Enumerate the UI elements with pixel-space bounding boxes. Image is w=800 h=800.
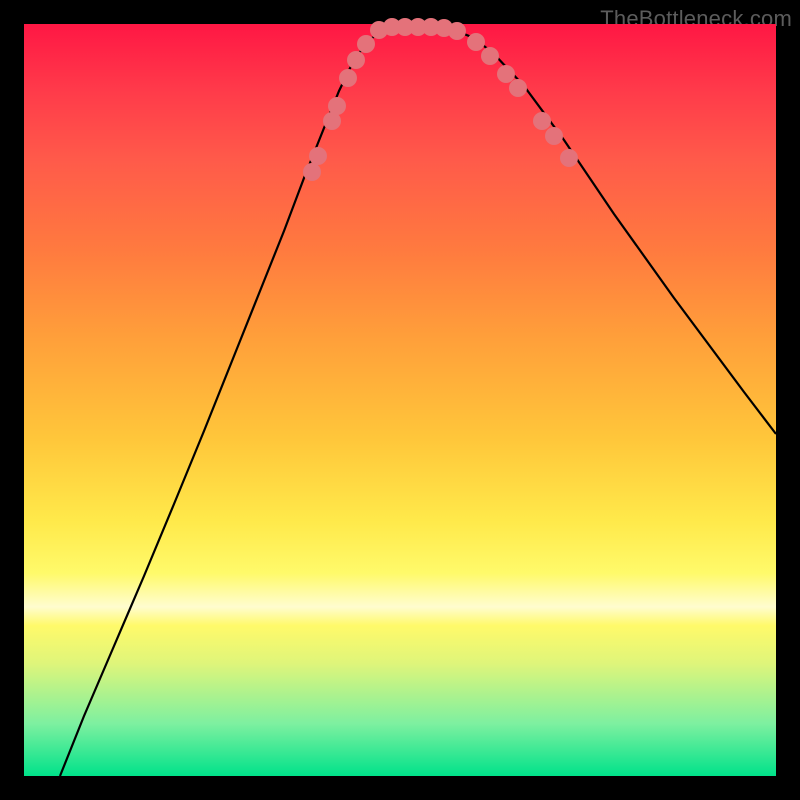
data-point <box>448 22 466 40</box>
data-point <box>303 163 321 181</box>
data-point <box>497 65 515 83</box>
data-point <box>347 51 365 69</box>
data-point <box>509 79 527 97</box>
data-point <box>357 35 375 53</box>
data-point <box>481 47 499 65</box>
data-point <box>545 127 563 145</box>
data-point <box>467 33 485 51</box>
data-point <box>328 97 346 115</box>
data-point <box>533 112 551 130</box>
bottleneck-curve <box>60 27 776 776</box>
dots-group <box>303 18 578 181</box>
chart-stage: TheBottleneck.com <box>0 0 800 800</box>
chart-svg <box>24 24 776 776</box>
data-point <box>339 69 357 87</box>
data-point <box>560 149 578 167</box>
data-point <box>309 147 327 165</box>
plot-area <box>24 24 776 776</box>
